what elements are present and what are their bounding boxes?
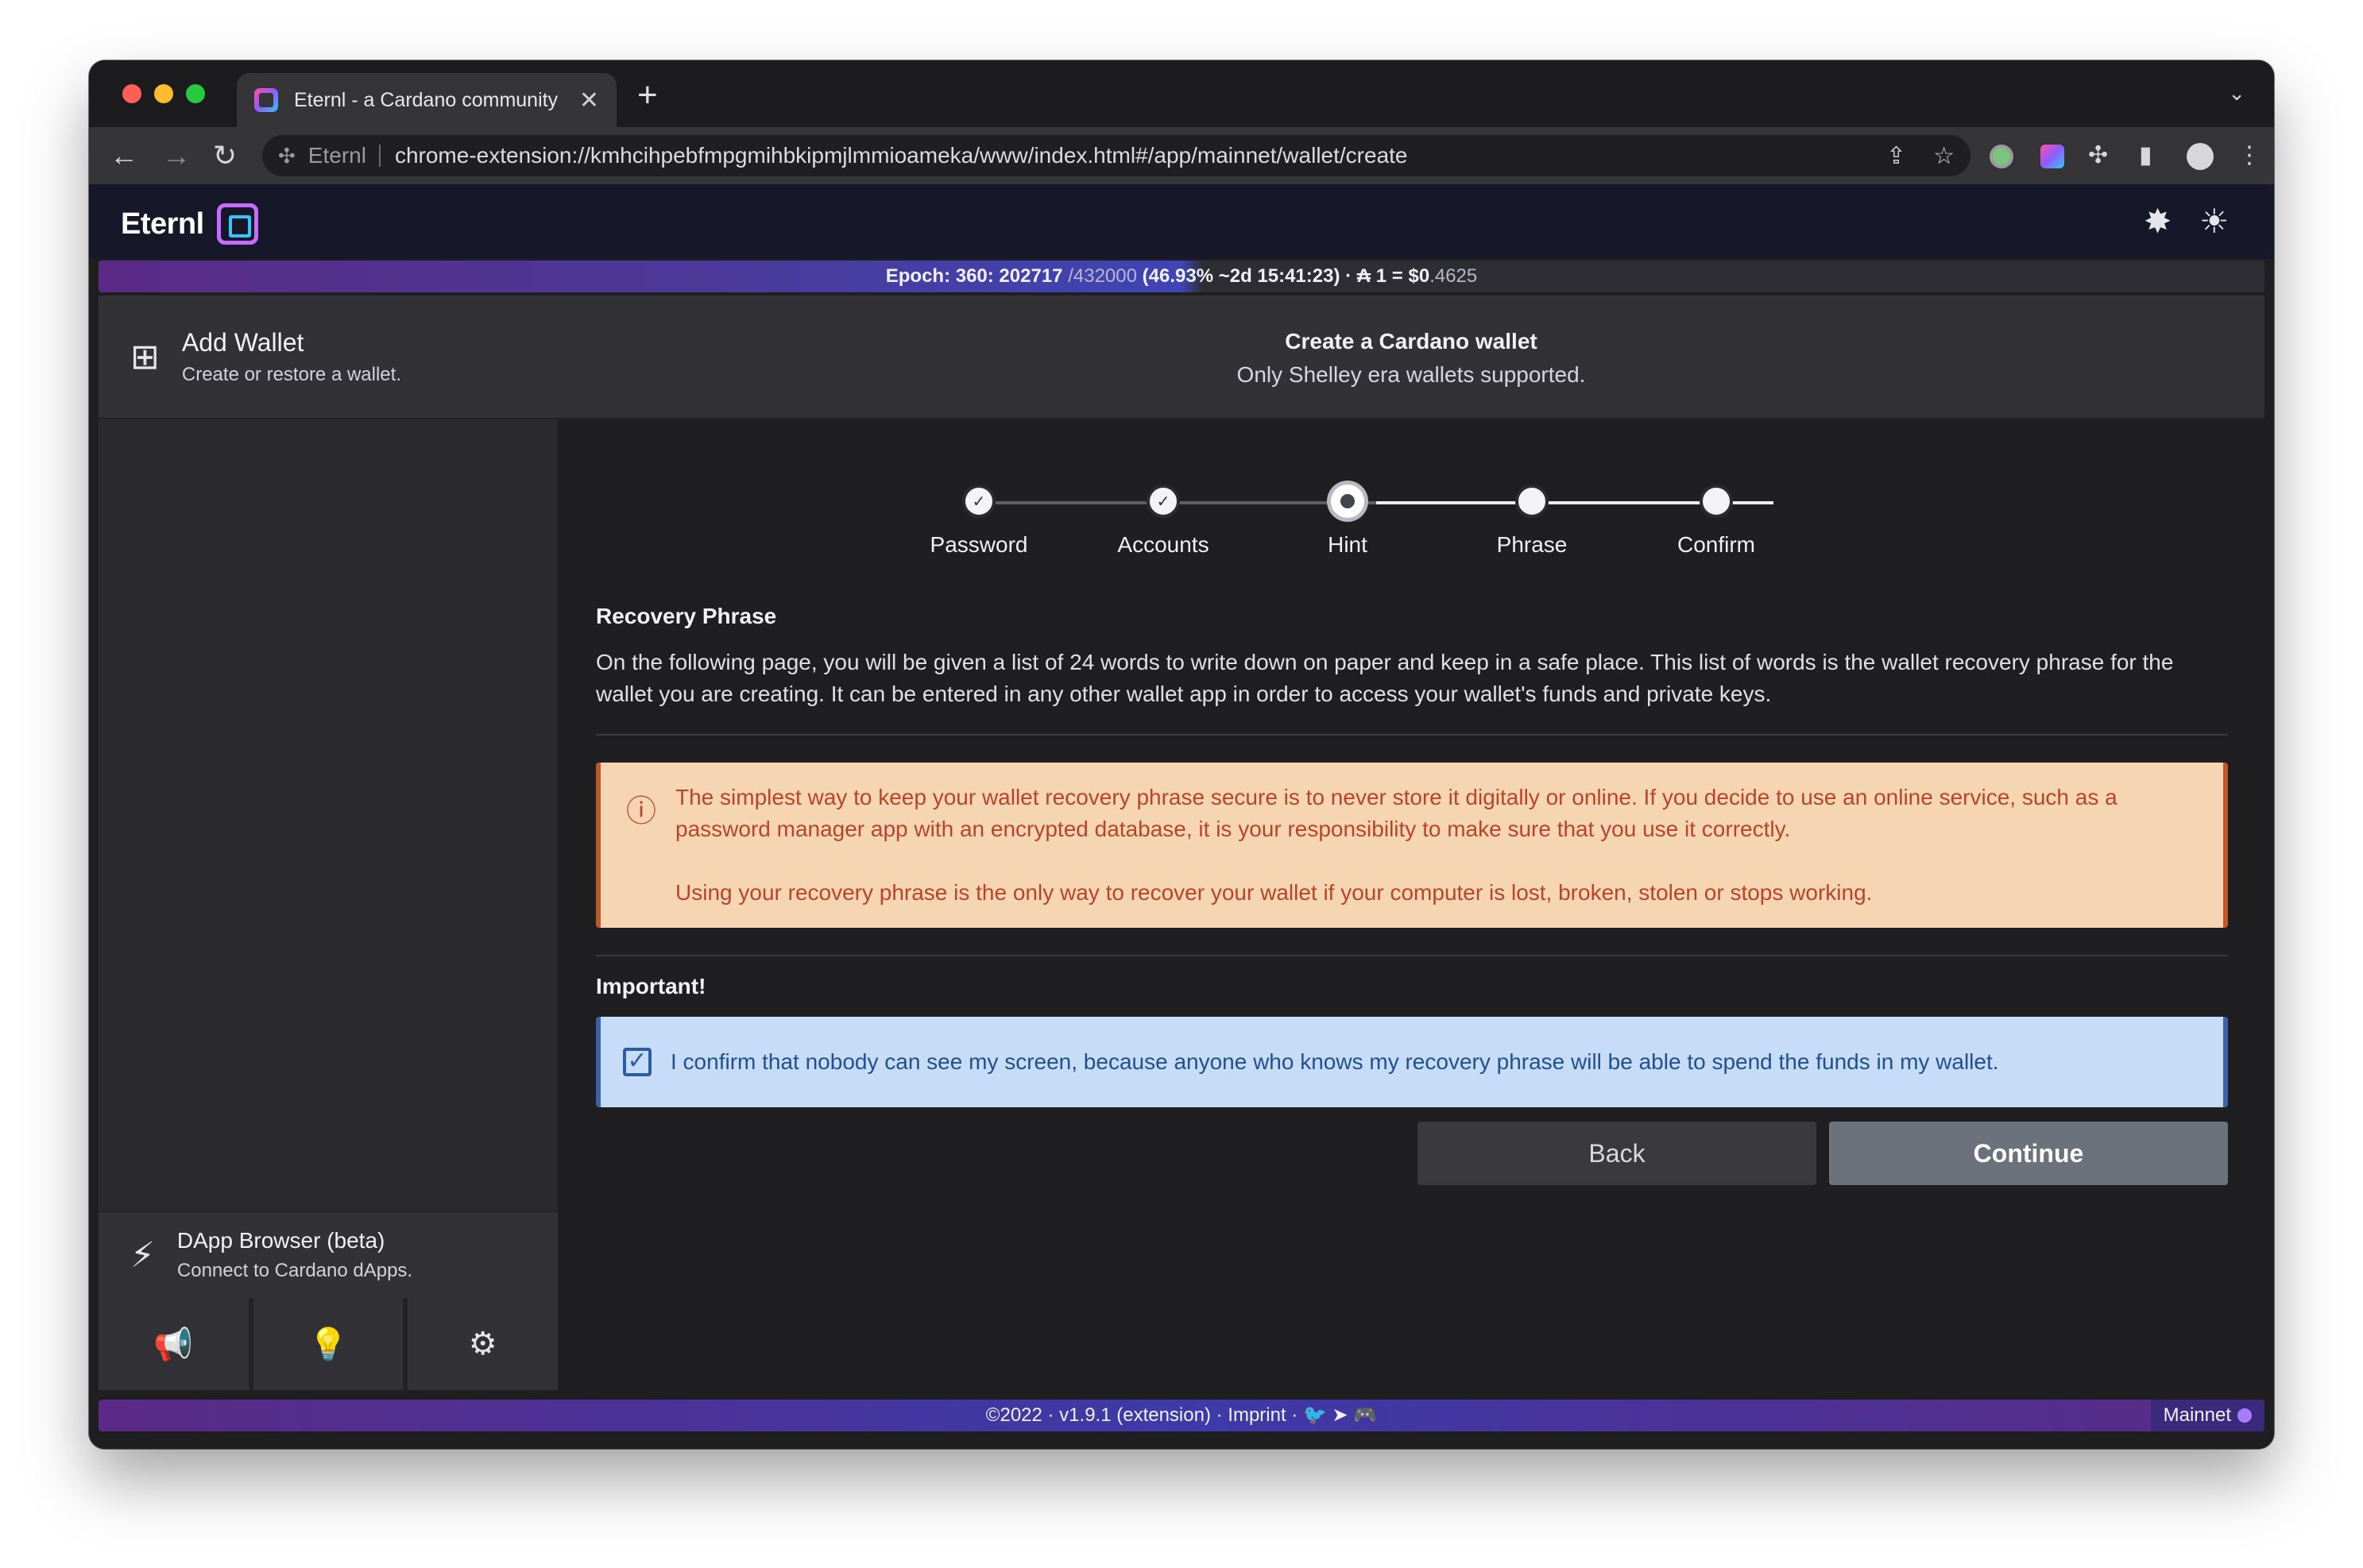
step-accounts[interactable]: ✓ Accounts [1071, 485, 1255, 558]
checkbox-checked-icon[interactable]: ✓ [623, 1048, 652, 1076]
puzzle-piece-icon: ✣ [278, 143, 296, 168]
step-password[interactable]: ✓ Password [887, 485, 1071, 558]
brand[interactable]: Eternl [121, 203, 258, 245]
step-label: Phrase [1496, 532, 1568, 557]
step-label: Hint [1328, 532, 1367, 557]
epoch-progress: (46.93% ~2d 15:41:23) [1142, 265, 1340, 287]
new-tab-button[interactable]: + [637, 78, 658, 113]
step-phrase: Phrase [1440, 485, 1624, 558]
more-menu-icon[interactable]: ⋮ [2237, 141, 2261, 169]
share-icon[interactable]: ⇪ [1886, 142, 1906, 170]
divider [596, 955, 2228, 956]
tab-close-icon[interactable]: ✕ [579, 87, 599, 114]
warning-paragraph: Using your recovery phrase is the only w… [675, 880, 1873, 905]
url-text[interactable]: chrome-extension://kmhcihpebfmpgmihbkipm… [395, 143, 1859, 168]
divider [596, 734, 2228, 736]
step-pending-icon [1700, 485, 1733, 518]
discord-icon[interactable]: 🎮 [1353, 1404, 1377, 1426]
step-label: Confirm [1677, 532, 1755, 557]
address-separator [378, 145, 381, 167]
dapp-subtitle: Connect to Cardano dApps. [176, 1260, 413, 1281]
sidebar-item-dapp-browser[interactable]: ⚡ DApp Browser (beta) Connect to Cardano… [99, 1211, 558, 1298]
security-warning-banner: ⓘ The simplest way to keep your wallet r… [596, 763, 2228, 928]
confirm-text: I confirm that nobody can see my screen,… [671, 1049, 1999, 1074]
minimize-window-button[interactable] [154, 84, 173, 103]
sidebar: ⊞ Add Wallet Create or restore a wallet.… [99, 295, 559, 1390]
announcements-megaphone-icon[interactable]: 📢 [99, 1298, 249, 1390]
telegram-icon[interactable]: ➤ [1332, 1404, 1348, 1426]
important-heading: Important! [596, 974, 706, 998]
profile-avatar-icon[interactable] [2187, 143, 2214, 170]
eternl-logo-icon [216, 203, 258, 245]
ada-price-suffix: .4625 [1429, 265, 1478, 287]
main-header: Create a Cardano wallet Only Shelley era… [558, 295, 2264, 419]
epoch-label: Epoch: 360: 202717 [885, 265, 1063, 287]
back-arrow-icon[interactable]: ← [110, 140, 138, 172]
step-label: Accounts [1117, 532, 1209, 557]
network-satellite-icon[interactable]: ✸ [2144, 202, 2172, 241]
forward-arrow-icon[interactable]: → [162, 140, 191, 172]
add-wallet-icon: ⊞ [130, 337, 160, 377]
sidebar-bottom-bar: 📢 💡 ⚙ [99, 1298, 559, 1390]
address-bar[interactable]: ✣ Eternl chrome-extension://kmhcihpebfmp… [262, 135, 1970, 176]
sidebar-item-add-wallet[interactable]: ⊞ Add Wallet Create or restore a wallet. [99, 295, 558, 419]
ada-price-prefix: · ₳ 1 = $0 [1345, 265, 1430, 287]
sidebar-subtitle: Create or restore a wallet. [181, 363, 401, 385]
extensions-puzzle-icon[interactable]: ✣ [2088, 141, 2108, 169]
plug-icon: ⚡ [130, 1235, 155, 1275]
back-button[interactable]: Back [1417, 1122, 1816, 1185]
wizard-content: Recovery Phrase On the following page, y… [596, 604, 2228, 1185]
network-label: Mainnet [2163, 1404, 2231, 1426]
maximize-window-button[interactable] [186, 84, 205, 103]
epoch-slots: /432000 [1068, 265, 1137, 287]
tab-strip: Eternl - a Cardano community ✕ + ⌄ [89, 60, 2274, 127]
epoch-bar: Epoch: 360: 202717 /432000 (46.93% ~2d 1… [99, 261, 2264, 292]
sidebar-title: Add Wallet [181, 327, 304, 357]
step-confirm: Confirm [1624, 485, 1808, 558]
footer-bar: ©2022 · v1.9.1 (extension) · Imprint · 🐦… [99, 1400, 2264, 1431]
dapp-title: DApp Browser (beta) [176, 1228, 385, 1253]
tab-search-chevron-icon[interactable]: ⌄ [2228, 81, 2245, 106]
wizard-actions: Back Continue [596, 1122, 2228, 1185]
extension-status-icon[interactable] [1990, 145, 2013, 168]
eternl-app: Eternl ✸ ☀ Epoch: 360: 202717 /432000 (4… [89, 184, 2274, 1449]
side-panel-icon[interactable]: ▮ [2139, 141, 2152, 169]
brand-name: Eternl [121, 207, 204, 241]
twitter-icon[interactable]: 🐦 [1303, 1404, 1327, 1426]
continue-button[interactable]: Continue [1829, 1122, 2228, 1185]
step-check-icon: ✓ [962, 485, 996, 518]
network-verified-icon [2237, 1408, 2252, 1423]
step-label: Password [930, 532, 1028, 557]
recovery-phrase-heading: Recovery Phrase [596, 604, 777, 628]
recovery-phrase-description: On the following page, you will be given… [596, 650, 2174, 706]
eternl-extension-icon[interactable] [2040, 145, 2064, 168]
wizard-stepper: ✓ Password ✓ Accounts Hint Phrase Confir… [930, 485, 1773, 564]
footer-text: ©2022 · v1.9.1 (extension) · Imprint · [985, 1404, 1298, 1426]
main-panel: Create a Cardano wallet Only Shelley era… [558, 295, 2264, 1390]
browser-window: Eternl - a Cardano community ✕ + ⌄ ← → ↻… [89, 60, 2274, 1449]
network-badge[interactable]: Mainnet [2150, 1400, 2264, 1431]
reload-icon[interactable]: ↻ [213, 140, 237, 172]
step-active-icon [1331, 485, 1364, 518]
step-pending-icon [1515, 485, 1549, 518]
step-hint[interactable]: Hint [1255, 485, 1440, 558]
page-title: Create a Cardano wallet [1285, 329, 1537, 353]
site-name: Eternl [307, 143, 366, 168]
step-check-icon: ✓ [1147, 485, 1180, 518]
theme-sun-icon[interactable]: ☀ [2199, 202, 2230, 241]
app-header: Eternl ✸ ☀ [89, 184, 2274, 259]
page-subtitle: Only Shelley era wallets supported. [1236, 362, 1586, 387]
settings-gear-icon[interactable]: ⚙ [408, 1298, 559, 1390]
warning-exclamation-icon: ⓘ [626, 795, 657, 828]
confirm-checkbox-row[interactable]: ✓ I confirm that nobody can see my scree… [596, 1017, 2228, 1107]
close-window-button[interactable] [122, 84, 141, 103]
eternl-favicon-icon [254, 88, 278, 112]
tab-title: Eternl - a Cardano community [294, 88, 559, 111]
browser-tab[interactable]: Eternl - a Cardano community ✕ [237, 73, 617, 127]
tips-lightbulb-icon[interactable]: 💡 [253, 1298, 404, 1390]
bookmark-star-icon[interactable]: ☆ [1933, 142, 1955, 170]
browser-toolbar: ← → ↻ ✣ Eternl chrome-extension://kmhcih… [89, 127, 2274, 184]
warning-paragraph: The simplest way to keep your wallet rec… [675, 785, 2117, 841]
